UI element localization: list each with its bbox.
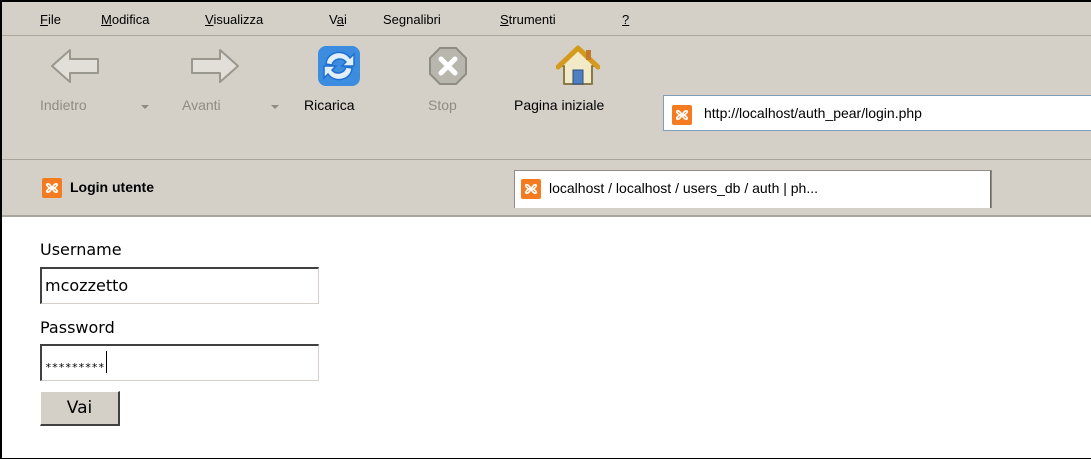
site-favicon-icon <box>672 105 692 125</box>
home-button[interactable]: Pagina iniziale <box>514 44 646 154</box>
stop-icon <box>428 46 468 90</box>
password-label: Password <box>40 318 115 337</box>
stop-label: Stop <box>428 97 457 113</box>
menu-view[interactable]: Visualizza <box>205 12 263 27</box>
home-icon <box>555 44 601 92</box>
tab-label: Login utente <box>70 179 154 195</box>
tab-label: localhost / localhost / users_db / auth … <box>549 180 819 196</box>
menu-tools[interactable]: Strumenti <box>500 12 556 27</box>
forward-arrow-icon <box>186 46 242 90</box>
username-label: Username <box>40 240 122 259</box>
username-input[interactable]: mcozzetto <box>40 267 319 304</box>
tab-login-utente[interactable]: Login utente <box>32 168 510 208</box>
submit-button[interactable]: Vai <box>40 391 120 426</box>
password-value: ********* <box>45 360 105 374</box>
reload-button[interactable]: Ricarica <box>302 44 382 154</box>
forward-history-dropdown-icon[interactable] <box>271 105 279 109</box>
address-bar[interactable]: http://localhost/auth_pear/login.php <box>663 95 1091 131</box>
menu-file[interactable]: File <box>40 12 61 27</box>
tab-strip: Login utente localhost / localhost / use… <box>2 160 1091 217</box>
back-history-dropdown-icon[interactable] <box>141 105 149 109</box>
stop-button[interactable]: Stop <box>420 44 480 154</box>
back-button[interactable]: Indietro <box>40 44 120 154</box>
password-input[interactable]: ********* <box>40 344 319 381</box>
home-label: Pagina iniziale <box>514 97 605 113</box>
username-value: mcozzetto <box>45 276 129 295</box>
tab-favicon-icon <box>42 178 62 198</box>
back-label: Indietro <box>40 97 87 113</box>
tab-phpmyadmin[interactable]: localhost / localhost / users_db / auth … <box>514 170 992 208</box>
browser-window: File Modifica Visualizza Vai Segnalibri … <box>0 0 1091 459</box>
menu-edit[interactable]: Modifica <box>101 12 149 27</box>
menu-help[interactable]: ? <box>622 12 629 27</box>
menu-go[interactable]: Vai <box>329 12 347 27</box>
address-url[interactable]: http://localhost/auth_pear/login.php <box>704 105 922 121</box>
back-arrow-icon <box>48 46 104 90</box>
forward-label: Avanti <box>182 97 221 113</box>
forward-button[interactable]: Avanti <box>180 44 260 154</box>
menu-bar: File Modifica Visualizza Vai Segnalibri … <box>2 2 1091 36</box>
tab-favicon-icon <box>521 179 541 199</box>
reload-icon <box>316 44 362 92</box>
menu-bookmarks[interactable]: Segnalibri <box>383 12 441 27</box>
reload-label: Ricarica <box>304 97 355 113</box>
text-caret <box>105 351 107 373</box>
navigation-toolbar: Indietro Avanti Ricarica Stop Pagina ini… <box>2 36 1091 160</box>
